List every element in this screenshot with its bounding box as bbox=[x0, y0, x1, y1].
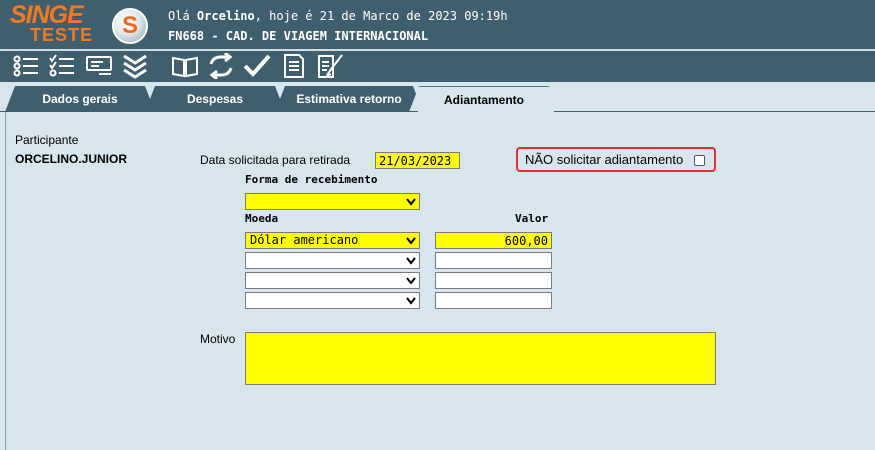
tab-estimativa-retorno[interactable]: Estimativa retorno bbox=[275, 86, 423, 112]
chevron-down-icon bbox=[406, 198, 416, 206]
greeting-text: Olá Orcelino, hoje é 21 de Marco de 2023… bbox=[168, 9, 508, 23]
amount-input-4[interactable] bbox=[435, 292, 552, 309]
amount-header: Valor bbox=[515, 212, 549, 225]
tab-adiantamento[interactable]: Adiantamento bbox=[409, 86, 559, 112]
currency-value-1: Dólar americano bbox=[250, 233, 359, 247]
list-icon[interactable] bbox=[12, 53, 40, 79]
greeting-suffix: , hoje é 21 de Marco de 2023 09:19h bbox=[254, 9, 508, 23]
tab-strip: Dados gerais Despesas Estimativa retorno… bbox=[0, 82, 875, 112]
brand-ball-icon: S bbox=[112, 8, 148, 44]
tab-dados-gerais[interactable]: Dados gerais bbox=[5, 86, 155, 112]
currency-select-1[interactable]: Dólar americano bbox=[245, 232, 420, 249]
edit-document-icon[interactable] bbox=[316, 53, 344, 79]
chevron-down-icon bbox=[406, 257, 416, 265]
participant-value: ORCELINO.JUNIOR bbox=[15, 152, 128, 166]
reason-textarea[interactable] bbox=[245, 332, 716, 385]
chevron-down-icon bbox=[406, 237, 416, 245]
currency-select-2[interactable] bbox=[245, 252, 420, 269]
participant-label: Participante bbox=[15, 133, 79, 147]
no-advance-label: NÃO solicitar adiantamento bbox=[525, 152, 684, 167]
greeting-prefix: Olá bbox=[168, 9, 190, 23]
logo-sub-text: TESTE bbox=[30, 25, 94, 45]
payment-form-select[interactable] bbox=[245, 193, 420, 210]
document-icon[interactable] bbox=[280, 53, 308, 79]
refresh-arrows-icon[interactable] bbox=[207, 53, 235, 79]
reason-label: Motivo bbox=[200, 332, 236, 346]
checkmark-icon[interactable] bbox=[243, 53, 271, 79]
form-card-icon[interactable] bbox=[85, 53, 113, 79]
currency-select-4[interactable] bbox=[245, 292, 420, 309]
brand-letter: S bbox=[121, 12, 138, 39]
app-header: SINGE TESTE S Olá Orcelino, hoje é 21 de… bbox=[0, 0, 875, 49]
amount-input-1[interactable] bbox=[435, 232, 552, 249]
checklist-icon[interactable] bbox=[48, 53, 76, 79]
toolbar bbox=[0, 51, 875, 82]
chevron-down-icon bbox=[406, 277, 416, 285]
date-label: Data solicitada para retirada bbox=[200, 153, 351, 167]
no-advance-checkbox[interactable] bbox=[694, 155, 705, 166]
amount-input-3[interactable] bbox=[435, 272, 552, 289]
chevrons-down-icon[interactable] bbox=[121, 53, 149, 79]
screen-title: FN668 - CAD. DE VIAGEM INTERNACIONAL bbox=[168, 29, 429, 43]
chevron-down-icon bbox=[406, 297, 416, 305]
book-icon[interactable] bbox=[171, 53, 199, 79]
date-input[interactable] bbox=[375, 152, 460, 169]
currency-header: Moeda bbox=[245, 212, 279, 225]
payment-form-label: Forma de recebimento bbox=[245, 173, 378, 186]
singe-logo: SINGE TESTE bbox=[10, 2, 110, 46]
amount-input-2[interactable] bbox=[435, 252, 552, 269]
tab-despesas[interactable]: Despesas bbox=[145, 86, 285, 112]
user-name: Orcelino bbox=[196, 9, 255, 23]
app-window: SINGE TESTE S Olá Orcelino, hoje é 21 de… bbox=[0, 0, 875, 450]
currency-select-3[interactable] bbox=[245, 272, 420, 289]
